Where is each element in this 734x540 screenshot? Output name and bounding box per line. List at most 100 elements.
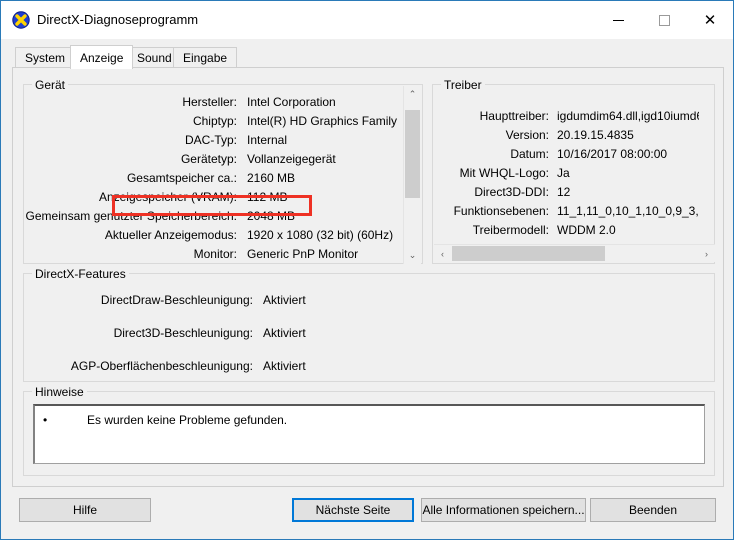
row-value: WDDM 2.0 — [557, 223, 616, 237]
notes-group-title: Hinweise — [32, 385, 87, 399]
row-key: DAC-Typ: — [184, 133, 237, 147]
row-key: AGP-Oberflächenbeschleunigung: — [70, 359, 253, 373]
row-key: Haupttreiber: — [479, 109, 549, 123]
device-group: Gerät Hersteller: Intel Corporation Chip… — [23, 78, 423, 264]
button-label: Beenden — [628, 503, 678, 517]
title-bar: DirectX-Diagnoseprogramm ✕ — [1, 1, 733, 39]
device-row: Gerätetyp: Vollanzeigegerät — [25, 150, 403, 169]
scrollbar-thumb[interactable] — [405, 110, 420, 198]
driver-row: Mit WHQL-Logo: Ja — [437, 164, 699, 183]
row-key: Treibermodell: — [472, 223, 549, 237]
row-value: 1920 x 1080 (32 bit) (60Hz) — [247, 228, 394, 242]
window-title: DirectX-Diagnoseprogramm — [37, 12, 199, 27]
device-row: Chiptyp: Intel(R) HD Graphics Family — [25, 112, 403, 131]
device-row-vram: Anzeigespeicher (VRAM): 112 MB — [25, 188, 403, 207]
row-key: Mit WHQL-Logo: — [459, 166, 549, 180]
row-key: Funktionsebenen: — [453, 204, 549, 218]
button-label: Nächste Seite — [315, 503, 391, 517]
driver-group-title: Treiber — [441, 78, 485, 92]
device-row: Monitor: Generic PnP Monitor — [25, 245, 403, 258]
row-value: Generic PnP Monitor — [247, 247, 359, 258]
row-key: Gemeinsam genutzter Speicherbereich: — [25, 209, 237, 223]
row-key: Monitor: — [193, 247, 237, 258]
driver-group: Treiber Haupttreiber: igdumdim64.dll,igd… — [432, 78, 715, 264]
row-value: Internal — [247, 133, 288, 147]
close-icon: ✕ — [703, 11, 717, 29]
row-value: 2048 MB — [247, 209, 296, 223]
minimize-icon — [612, 19, 624, 21]
driver-row: Haupttreiber: igdumdim64.dll,igd10iumd64… — [437, 107, 699, 126]
tab-anzeige[interactable]: Anzeige — [70, 45, 134, 69]
device-row: DAC-Typ: Internal — [25, 131, 403, 150]
maximize-button[interactable] — [641, 1, 687, 39]
tab-label: Eingabe — [183, 51, 228, 65]
next-page-button[interactable]: Nächste Seite — [292, 498, 414, 522]
row-key: Gerätetyp: — [180, 152, 237, 166]
row-value: 11_1,11_0,10_1,10_0,9_3,9_2,9_ — [557, 204, 699, 218]
scrollbar-thumb[interactable] — [452, 246, 605, 261]
row-value: Intel(R) HD Graphics Family — [247, 114, 398, 128]
driver-row: Treibermodell: WDDM 2.0 — [437, 221, 699, 240]
help-button[interactable]: Hilfe — [19, 498, 151, 522]
device-row: Aktueller Anzeigemodus: 1920 x 1080 (32 … — [25, 226, 403, 245]
row-key: Gesamtspeicher ca.: — [126, 171, 237, 185]
features-list: DirectDraw-Beschleunigung: Aktiviert Dir… — [25, 284, 705, 383]
driver-horizontal-scrollbar[interactable]: ‹ › — [434, 244, 715, 262]
maximize-icon — [658, 14, 670, 26]
row-value: 10/16/2017 08:00:00 — [557, 147, 668, 161]
notes-textbox[interactable]: • Es wurden keine Probleme gefunden. — [33, 404, 705, 464]
tab-eingabe[interactable]: Eingabe — [173, 47, 238, 68]
device-vertical-scrollbar[interactable]: ⌃ ⌄ — [403, 86, 421, 264]
close-button[interactable]: ✕ — [687, 1, 733, 39]
row-value: Aktiviert — [263, 293, 306, 307]
scroll-right-icon[interactable]: › — [698, 245, 715, 262]
button-label: Alle Informationen speichern... — [422, 503, 585, 517]
row-key: Direct3D-Beschleunigung: — [113, 326, 253, 340]
driver-info-list: Haupttreiber: igdumdim64.dll,igd10iumd64… — [437, 107, 699, 257]
row-value: Aktiviert — [263, 359, 306, 373]
driver-row: Version: 20.19.15.4835 — [437, 126, 699, 145]
exit-button[interactable]: Beenden — [590, 498, 716, 522]
device-row: Hersteller: Intel Corporation — [25, 93, 403, 112]
minimize-button[interactable] — [595, 1, 641, 39]
row-key: Anzeigespeicher (VRAM): — [98, 190, 237, 204]
tab-strip: System Anzeige Sound Eingabe — [12, 45, 722, 69]
tab-label: System — [25, 51, 66, 65]
driver-row: Direct3D-DDI: 12 — [437, 183, 699, 202]
row-key: Version: — [505, 128, 549, 142]
notes-group: Hinweise • Es wurden keine Probleme gefu… — [23, 385, 715, 476]
feature-row: DirectDraw-Beschleunigung: Aktiviert — [25, 284, 705, 317]
save-all-information-button[interactable]: Alle Informationen speichern... — [421, 498, 586, 522]
features-group-title: DirectX-Features — [32, 267, 129, 281]
scroll-down-icon[interactable]: ⌄ — [404, 247, 421, 264]
row-key: Aktueller Anzeigemodus: — [104, 228, 237, 242]
device-info-list: Hersteller: Intel Corporation Chiptyp: I… — [25, 93, 403, 258]
row-value: 20.19.15.4835 — [557, 128, 634, 142]
feature-row: AGP-Oberflächenbeschleunigung: Aktiviert — [25, 350, 705, 383]
tab-page-anzeige: Gerät Hersteller: Intel Corporation Chip… — [12, 67, 724, 487]
feature-row: Direct3D-Beschleunigung: Aktiviert — [25, 317, 705, 350]
row-value: igdumdim64.dll,igd10iumd64.dll,igd — [557, 109, 699, 123]
directx-icon — [12, 11, 30, 29]
note-text: Es wurden keine Probleme gefunden. — [87, 413, 288, 427]
window-controls: ✕ — [595, 1, 733, 39]
scroll-up-icon[interactable]: ⌃ — [404, 86, 421, 103]
driver-row: Funktionsebenen: 11_1,11_0,10_1,10_0,9_3… — [437, 202, 699, 221]
tab-label: Sound — [137, 51, 172, 65]
tab-system[interactable]: System — [15, 47, 76, 68]
row-value: 2160 MB — [247, 171, 296, 185]
row-value: Ja — [557, 166, 570, 180]
row-key: Direct3D-DDI: — [474, 185, 549, 199]
row-key: DirectDraw-Beschleunigung: — [100, 293, 253, 307]
scroll-left-icon[interactable]: ‹ — [434, 245, 451, 262]
bullet-icon: • — [43, 413, 48, 427]
row-value: 12 — [557, 185, 571, 199]
row-value: Vollanzeigegerät — [247, 152, 336, 166]
row-value: 112 MB — [247, 190, 288, 204]
row-key: Datum: — [510, 147, 549, 161]
directx-features-group: DirectX-Features DirectDraw-Beschleunigu… — [23, 267, 715, 383]
row-value: Intel Corporation — [247, 95, 336, 109]
device-row: Gesamtspeicher ca.: 2160 MB — [25, 169, 403, 188]
device-group-title: Gerät — [32, 78, 69, 92]
tab-label: Anzeige — [80, 50, 124, 65]
